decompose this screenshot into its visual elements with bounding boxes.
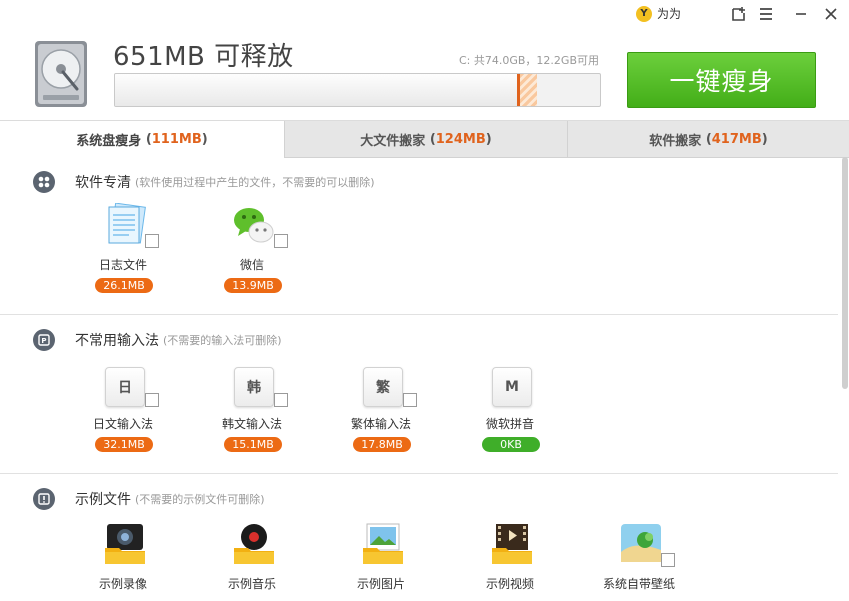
tab-label: 系统盘瘦身	[76, 134, 142, 149]
tab-system-disk-slim[interactable]: 系统盘瘦身 (111MB)	[0, 121, 284, 158]
hard-disk-icon	[33, 39, 89, 109]
close-icon[interactable]	[821, 4, 841, 24]
wechat-icon	[232, 203, 276, 247]
item-name: 示例图片	[356, 577, 405, 591]
item-checkbox[interactable]	[403, 393, 417, 407]
item-size-badge: 13.9MB	[224, 278, 282, 293]
log-file-icon	[103, 202, 147, 247]
one-click-slim-button[interactable]: 一键瘦身	[627, 52, 816, 108]
cleanup-item[interactable]: 示例图片	[326, 522, 436, 601]
title-bar: Y 为为	[0, 0, 849, 28]
item-name: 微信	[239, 258, 264, 272]
minimize-icon[interactable]	[791, 4, 811, 24]
tab-size: 124MB	[435, 131, 486, 147]
cleanup-item[interactable]: 繁 繁体输入法 17.8MB	[326, 362, 436, 462]
item-size-badge: 17.8MB	[353, 437, 411, 452]
keyboard-p-icon: P	[33, 329, 55, 351]
sample-videos-icon	[490, 522, 534, 566]
item-checkbox[interactable]	[274, 234, 288, 248]
item-name: 系统自带壁纸	[602, 577, 675, 591]
section-software-cleanup: 软件专清 (软件使用过程中产生的文件，不需要的可以删除) 日志文件 26.1MB	[0, 157, 838, 315]
exclamation-icon	[33, 488, 55, 510]
disk-capacity-info: C: 共74.0GB，12.2GB可用	[458, 54, 599, 67]
korean-ime-icon: 韩	[234, 367, 274, 407]
tab-software-move[interactable]: 软件搬家 (417MB)	[567, 121, 849, 158]
user-name: 为为	[657, 7, 682, 21]
item-size-badge: 32.1MB	[95, 437, 153, 452]
releasable-size-title: 651MB 可释放	[113, 42, 294, 72]
section-header: 软件专清 (软件使用过程中产生的文件，不需要的可以删除)	[33, 171, 375, 193]
tab-size: 111MB	[151, 132, 202, 147]
japanese-ime-icon: 日	[105, 367, 145, 407]
item-name: 日志文件	[98, 258, 147, 272]
cleanup-content: 软件专清 (软件使用过程中产生的文件，不需要的可以删除) 日志文件 26.1MB	[0, 157, 849, 601]
cleanup-item[interactable]: 示例音乐	[197, 522, 307, 601]
content-scrollbar[interactable]	[842, 157, 848, 389]
item-checkbox[interactable]	[145, 393, 159, 407]
user-account[interactable]: Y 为为	[636, 5, 681, 22]
cleanup-item[interactable]: 日志文件 26.1MB	[68, 202, 178, 303]
user-avatar-icon: Y	[636, 5, 652, 22]
section-sample-files: 示例文件 (不需要的示例文件可删除) 示例录像 示例音乐 示例图片 示例视频 系…	[0, 474, 838, 601]
item-size-badge: 26.1MB	[95, 278, 153, 293]
cleanup-item[interactable]: 系统自带壁纸	[584, 522, 694, 601]
section-description: (不需要的示例文件可删除)	[135, 493, 265, 506]
item-name: 微软拼音	[485, 417, 534, 431]
item-name: 示例音乐	[227, 577, 276, 591]
section-header: P 不常用输入法 (不需要的输入法可删除)	[33, 329, 282, 351]
disk-used-fill	[115, 74, 520, 106]
apps-grid-icon	[33, 171, 55, 193]
tab-label: 软件搬家	[649, 133, 702, 149]
header: 651MB 可释放 C: 共74.0GB，12.2GB可用 一键瘦身	[0, 28, 849, 120]
item-name: 示例录像	[98, 577, 147, 591]
cleanup-item[interactable]: 日 日文输入法 32.1MB	[68, 362, 178, 462]
section-description: (不需要的输入法可删除)	[163, 334, 282, 347]
disk-usage-bar	[114, 73, 601, 107]
section-description: (软件使用过程中产生的文件，不需要的可以删除)	[135, 176, 375, 189]
cleanup-item[interactable]: 微信 13.9MB	[197, 203, 307, 303]
cleanup-item[interactable]: 韩 韩文输入法 15.1MB	[197, 362, 307, 462]
feedback-icon[interactable]	[729, 4, 749, 24]
item-name: 日文输入法	[92, 417, 153, 431]
item-checkbox[interactable]	[145, 234, 159, 248]
item-name: 韩文输入法	[221, 417, 282, 431]
tab-large-file-move[interactable]: 大文件搬家 (124MB)	[284, 121, 567, 158]
tab-bar: 系统盘瘦身 (111MB) 大文件搬家 (124MB) 软件搬家 (417MB)	[0, 120, 849, 158]
section-title: 软件专清	[75, 175, 131, 191]
svg-text:P: P	[41, 337, 46, 345]
item-size-badge: 0KB	[482, 437, 540, 452]
section-title: 示例文件	[75, 492, 131, 508]
menu-icon[interactable]	[756, 4, 776, 24]
cleanup-item[interactable]: 示例录像	[68, 522, 178, 601]
cleanup-item[interactable]: M 微软拼音 0KB	[455, 362, 565, 462]
sample-pictures-icon	[361, 522, 405, 566]
section-title: 不常用输入法	[75, 333, 159, 349]
microsoft-pinyin-icon: M	[492, 367, 532, 407]
wallpaper-icon	[619, 522, 663, 566]
tab-size: 417MB	[711, 131, 762, 147]
item-size-badge: 15.1MB	[224, 437, 282, 452]
item-name: 繁体输入法	[350, 417, 411, 431]
item-checkbox[interactable]	[661, 553, 675, 567]
item-name: 示例视频	[485, 577, 534, 591]
section-header: 示例文件 (不需要的示例文件可删除)	[33, 488, 265, 510]
cleanup-item[interactable]: 示例视频	[455, 522, 565, 601]
tab-label: 大文件搬家	[360, 133, 426, 149]
traditional-ime-icon: 繁	[363, 367, 403, 407]
app-window: Y 为为 651MB 可释放 C: 共74.0GB，12.2GB可用 一键瘦身 …	[0, 0, 849, 601]
section-unused-ime: P 不常用输入法 (不需要的输入法可删除) 日 日文输入法 32.1MB 韩 韩…	[0, 315, 838, 474]
sample-music-icon	[232, 522, 276, 566]
disk-releasable-fill	[520, 74, 537, 106]
sample-video-record-icon	[103, 522, 147, 566]
item-checkbox[interactable]	[274, 393, 288, 407]
